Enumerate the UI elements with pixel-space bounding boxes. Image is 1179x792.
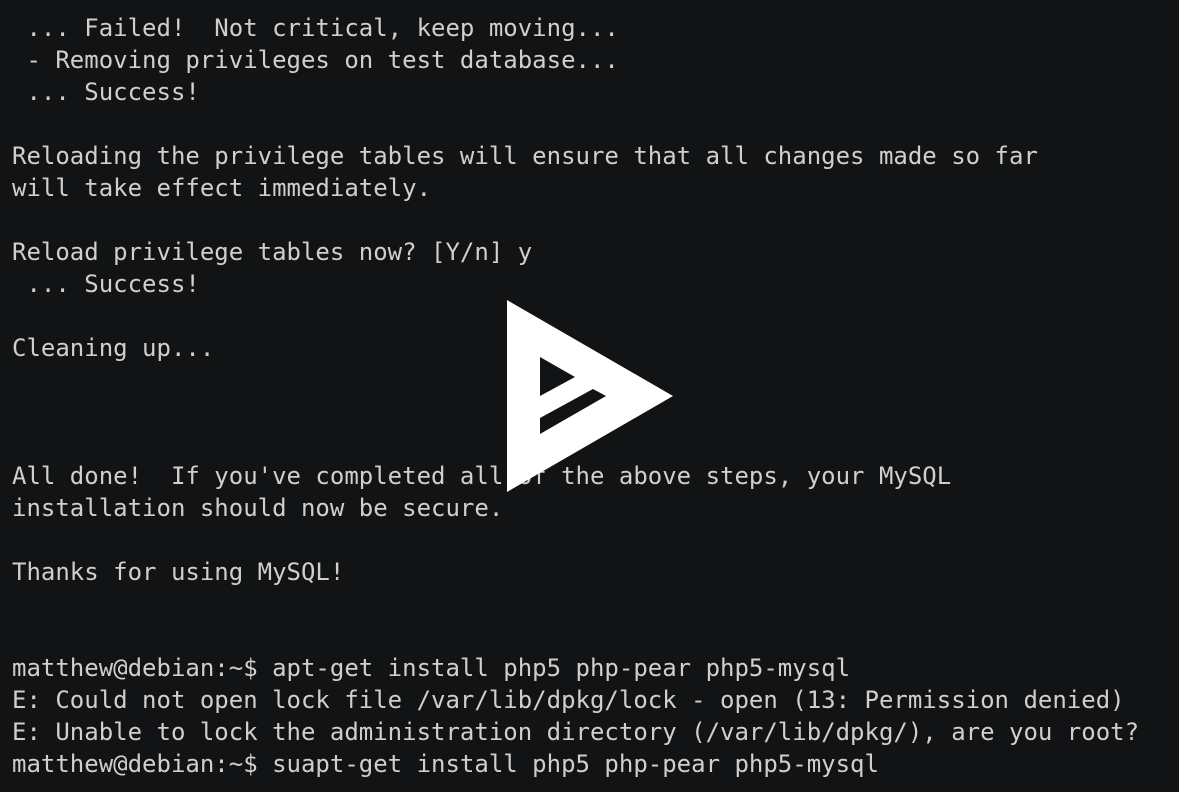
terminal-line: Thanks for using MySQL! [12,558,345,586]
terminal-line: ... Success! [12,270,200,298]
asciinema-play-icon [507,300,673,492]
terminal-line: E: Unable to lock the administration dir… [12,718,1140,746]
terminal-line: installation should now be secure. [12,494,504,522]
play-button[interactable] [507,300,675,494]
terminal-line: ... Success! [12,78,200,106]
terminal-line: E: Could not open lock file /var/lib/dpk… [12,686,1125,714]
terminal-line: matthew@debian:~$ apt-get install php5 p… [12,654,851,682]
terminal-line: ... Failed! Not critical, keep moving... [12,14,619,42]
terminal-line: will take effect immediately. [12,174,432,202]
terminal-line: - Removing privileges on test database..… [12,46,619,74]
terminal-line: Reloading the privilege tables will ensu… [12,142,1038,170]
terminal-line: matthew@debian:~$ suapt-get install php5… [12,750,879,778]
terminal-line: Reload privilege tables now? [Y/n] y [12,238,533,266]
